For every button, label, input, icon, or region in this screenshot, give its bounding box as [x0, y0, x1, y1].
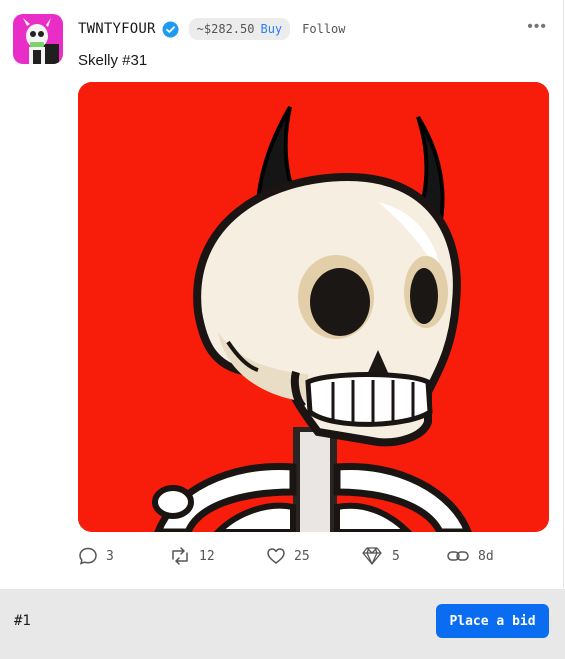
verified-check-icon — [162, 21, 179, 38]
avatar[interactable] — [13, 14, 63, 64]
reply-count: 3 — [106, 548, 114, 564]
link-button[interactable]: 8d — [446, 544, 494, 568]
post-age: 8d — [478, 548, 494, 564]
heart-icon — [266, 546, 286, 566]
rank-label: #1 — [14, 613, 31, 629]
reply-button[interactable]: 3 — [78, 544, 114, 568]
price-value: ~$282.50 — [196, 22, 255, 36]
post-actions: 3 12 25 5 8d — [78, 544, 548, 568]
bid-footer: #1 Place a bid — [0, 589, 565, 659]
post-image[interactable] — [78, 82, 549, 532]
post-card: TWNTYFOUR ~$282.50 Buy Follow ••• Skelly… — [0, 0, 564, 588]
username[interactable]: TWNTYFOUR — [78, 21, 156, 37]
buy-button[interactable]: Buy — [260, 22, 282, 36]
repost-icon — [169, 546, 191, 566]
post-header: TWNTYFOUR ~$282.50 Buy Follow — [78, 16, 346, 42]
follow-button[interactable]: Follow — [302, 22, 345, 36]
link-icon — [446, 546, 470, 566]
comment-icon — [78, 546, 98, 566]
post-text: Skelly #31 — [78, 52, 148, 69]
gem-button[interactable]: 5 — [360, 544, 400, 568]
repost-count: 12 — [199, 548, 215, 564]
repost-button[interactable]: 12 — [169, 544, 215, 568]
diamond-icon — [360, 546, 384, 566]
like-button[interactable]: 25 — [266, 544, 310, 568]
more-horizontal-icon[interactable]: ••• — [527, 18, 547, 36]
gem-count: 5 — [392, 548, 400, 564]
place-bid-button[interactable]: Place a bid — [436, 604, 549, 638]
like-count: 25 — [294, 548, 310, 564]
price-pill: ~$282.50 Buy — [188, 18, 291, 40]
